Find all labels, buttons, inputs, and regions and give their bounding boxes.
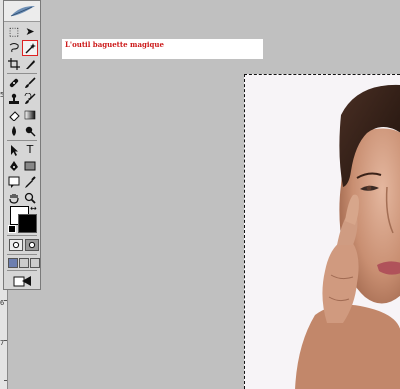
eraser-icon[interactable] [7,108,21,122]
ruler-tick [4,380,7,381]
full-screen-menu-mode-button[interactable] [19,258,29,268]
brush-icon[interactable] [23,76,37,90]
magic-wand-icon[interactable] [22,40,38,56]
ruler-number: 7 [0,339,5,347]
hand-icon[interactable] [7,191,21,205]
standard-screen-mode-button[interactable] [8,258,18,268]
workspace-canvas[interactable]: 5 6 7 ⬚ ➤ [0,0,400,389]
crop-icon[interactable] [7,57,21,71]
caption-text: L'outil baguette magique [65,40,164,49]
tools-palette: ⬚ ➤ T ↔ [3,0,41,290]
portrait-photo [295,84,400,389]
divider [7,73,37,74]
caption-box: L'outil baguette magique [62,39,263,59]
divider [7,140,37,141]
feather-logo-icon [10,6,35,17]
zoom-icon[interactable] [23,191,37,205]
ruler-tick [4,340,7,341]
divider [7,270,37,271]
type-icon[interactable]: T [23,143,37,157]
standard-mode-button[interactable] [9,239,23,251]
background-color-swatch[interactable] [18,214,37,233]
ruler-tick [4,300,7,301]
palette-header[interactable] [4,1,40,22]
eyedropper-icon[interactable] [23,175,37,189]
dodge-icon[interactable] [23,124,37,138]
jump-to-imageready-icon[interactable] [13,274,33,288]
ruler-number: 6 [0,299,5,307]
healing-brush-icon[interactable] [7,76,21,90]
document-image[interactable] [244,74,400,389]
move-icon[interactable]: ➤ [23,25,37,39]
shape-icon[interactable] [23,159,37,173]
blur-icon[interactable] [7,124,21,138]
full-screen-mode-button[interactable] [30,258,40,268]
divider [7,235,37,236]
slice-icon[interactable] [23,57,37,71]
history-brush-icon[interactable] [23,92,37,106]
lasso-icon[interactable] [7,41,21,55]
divider [7,254,37,255]
path-selection-icon[interactable] [7,143,21,157]
pen-icon[interactable] [7,159,21,173]
default-colors-icon[interactable] [8,225,16,233]
quick-mask-mode-button[interactable] [25,239,39,251]
clone-stamp-icon[interactable] [7,92,21,106]
gradient-icon[interactable] [23,108,37,122]
notes-icon[interactable] [7,175,21,189]
marquee-icon[interactable]: ⬚ [7,25,21,39]
swap-colors-icon[interactable]: ↔ [30,204,37,213]
